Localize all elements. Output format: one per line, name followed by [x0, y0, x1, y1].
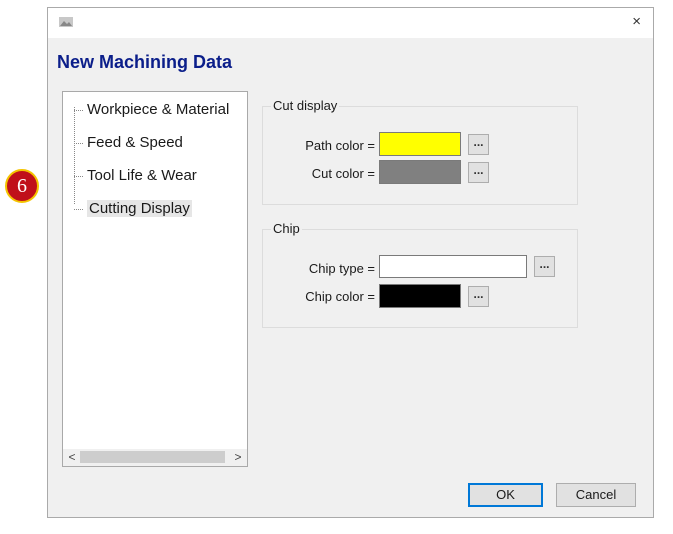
- scroll-right-icon[interactable]: >: [231, 449, 245, 466]
- title-bar: ×: [48, 8, 653, 38]
- chip-color-browse-button[interactable]: ...: [468, 286, 489, 307]
- tree-item-label: Feed & Speed: [87, 134, 183, 151]
- scroll-left-icon[interactable]: <: [65, 449, 79, 466]
- chip-group-title: Chip: [271, 221, 302, 236]
- tree-item-label: Workpiece & Material: [87, 101, 230, 118]
- path-color-label: Path color =: [305, 138, 375, 153]
- chip-color-label: Chip color =: [305, 289, 375, 304]
- cut-display-group: Cut display Path color = ... Cut color =…: [262, 98, 578, 205]
- ok-button[interactable]: OK: [468, 483, 543, 507]
- close-icon[interactable]: ×: [632, 12, 641, 32]
- tree-item-cutting-display[interactable]: Cutting Display: [63, 194, 192, 224]
- tree-item-feed-speed[interactable]: Feed & Speed: [63, 128, 183, 158]
- tree-item-label: Tool Life & Wear: [87, 167, 197, 184]
- cut-color-swatch[interactable]: [379, 160, 461, 184]
- chip-type-browse-button[interactable]: ...: [534, 256, 555, 277]
- chip-type-input[interactable]: [379, 255, 527, 278]
- path-color-swatch[interactable]: [379, 132, 461, 156]
- tree-item-workpiece-material[interactable]: Workpiece & Material: [63, 95, 229, 125]
- step-callout-badge: 6: [5, 169, 39, 203]
- image-icon: [59, 17, 73, 27]
- dialog-heading: New Machining Data: [57, 52, 233, 72]
- scrollbar-thumb[interactable]: [80, 451, 225, 463]
- chip-group: Chip Chip type = ... Chip color = ...: [262, 221, 578, 328]
- tree-item-label: Cutting Display: [87, 200, 192, 217]
- horizontal-scrollbar[interactable]: < >: [63, 449, 247, 466]
- chip-color-swatch[interactable]: [379, 284, 461, 308]
- new-machining-data-dialog: × New Machining Data Workpiece & Materia…: [47, 7, 654, 518]
- path-color-browse-button[interactable]: ...: [468, 134, 489, 155]
- cancel-button[interactable]: Cancel: [556, 483, 636, 507]
- category-tree[interactable]: Workpiece & Material Feed & Speed Tool L…: [62, 91, 248, 467]
- chip-type-label: Chip type =: [308, 261, 375, 276]
- tree-item-tool-life-wear[interactable]: Tool Life & Wear: [63, 161, 197, 191]
- cut-color-browse-button[interactable]: ...: [468, 162, 489, 183]
- cut-color-label: Cut color =: [311, 166, 375, 181]
- cut-display-group-title: Cut display: [271, 98, 340, 113]
